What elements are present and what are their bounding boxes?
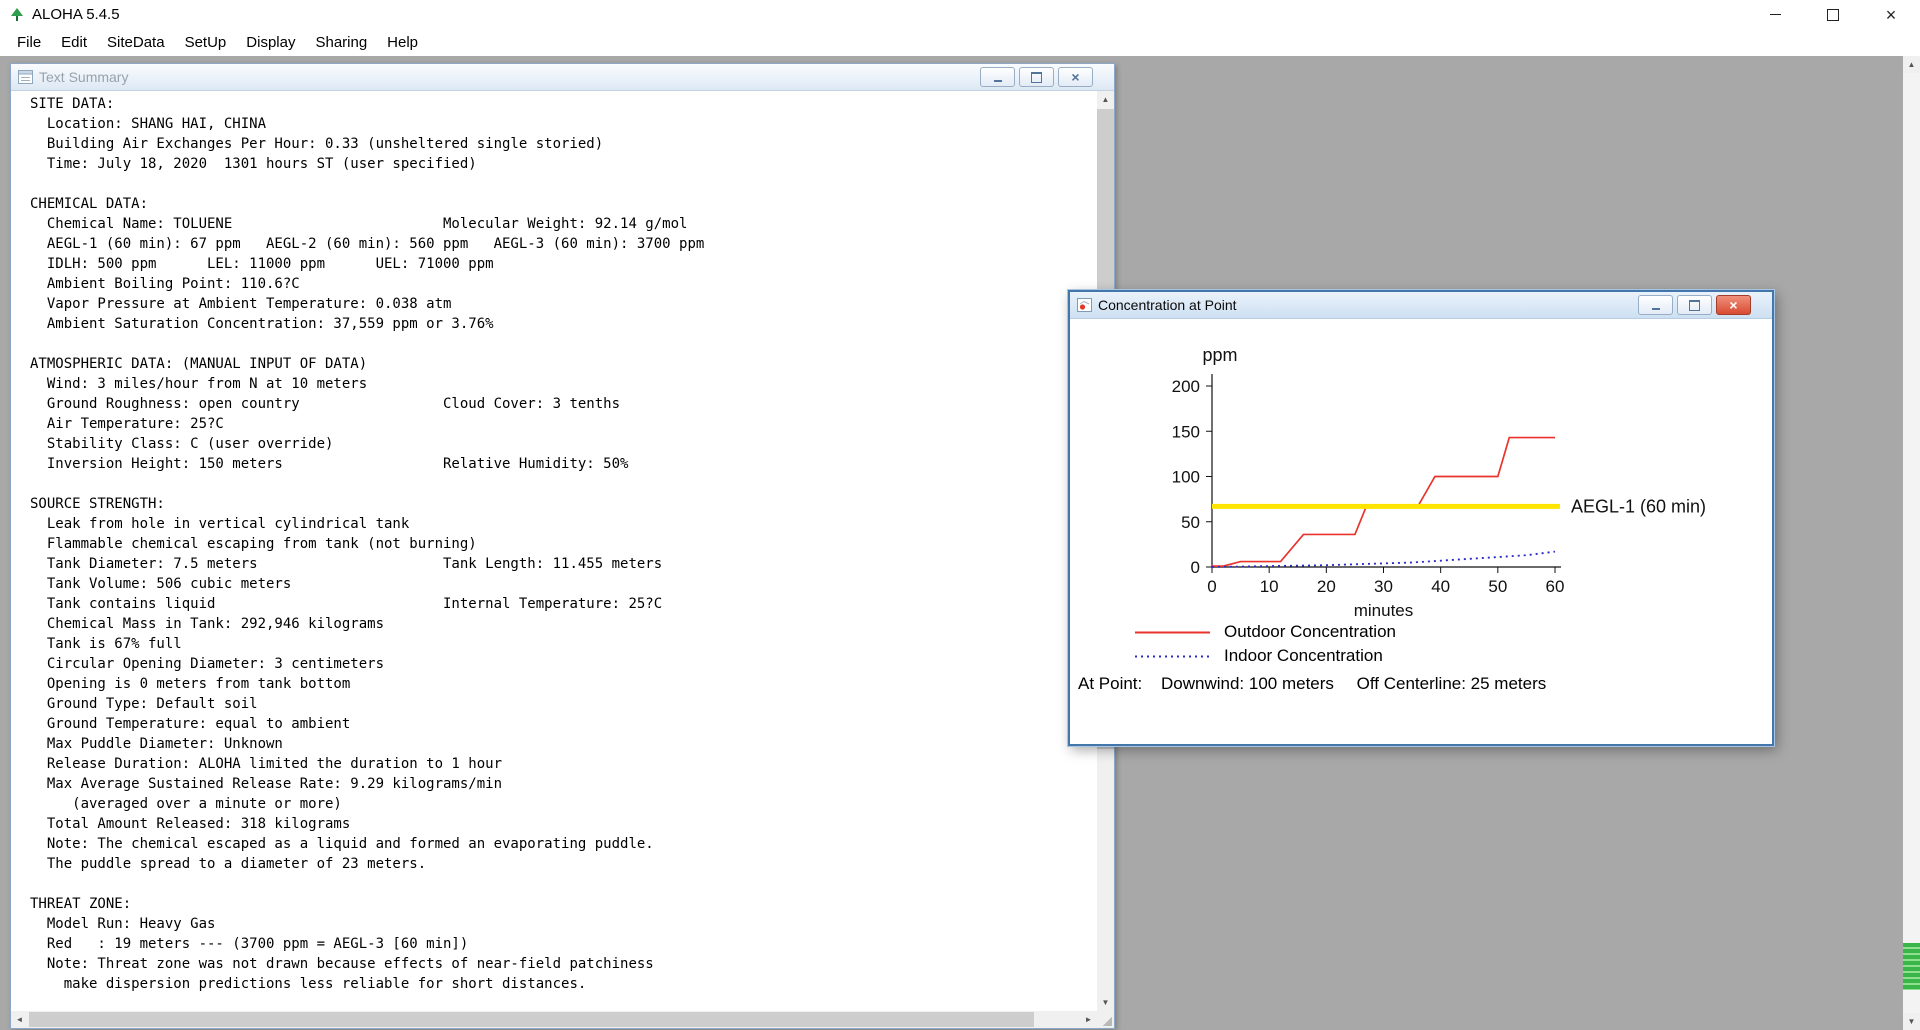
legend-item-indoor: Indoor Concentration xyxy=(1134,644,1396,668)
scroll-up-icon[interactable]: ▲ xyxy=(1097,91,1114,108)
indoor-line-sample xyxy=(1135,655,1210,657)
concentration-icon[interactable] xyxy=(1077,298,1092,312)
concentration-title: Concentration at Point xyxy=(1098,297,1237,313)
concentration-titlebar[interactable]: Concentration at Point × xyxy=(1070,292,1772,319)
text-summary-titlebar[interactable]: Text Summary × xyxy=(11,64,1114,91)
menu-item-edit[interactable]: Edit xyxy=(51,34,97,51)
menu-item-sharing[interactable]: Sharing xyxy=(305,34,377,51)
concentration-window: Concentration at Point × 0 50 100 150 200 0 10… xyxy=(1068,290,1774,746)
restore-icon xyxy=(1031,71,1042,83)
concentration-chart: 0 50 100 150 200 0 10 20 30 40 50 60 ppm minutes AEGL-… xyxy=(1172,345,1706,619)
svg-text:minutes: minutes xyxy=(1354,601,1414,619)
scroll-left-icon[interactable]: ◄ xyxy=(11,1011,28,1028)
text-summary-horizontal-scrollbar[interactable]: ◄ ► xyxy=(11,1011,1097,1028)
svg-text:AEGL-1 (60 min): AEGL-1 (60 min) xyxy=(1571,496,1706,516)
text-summary-window-controls: × xyxy=(980,67,1107,87)
svg-text:20: 20 xyxy=(1317,577,1336,596)
off-centerline-value: Off Centerline: 25 meters xyxy=(1356,674,1547,693)
svg-text:40: 40 xyxy=(1431,577,1450,596)
aloha-window: ALOHA 5.4.5 × File Edit SiteData SetUp D… xyxy=(0,0,1920,1030)
text-summary-title: Text Summary xyxy=(39,69,129,85)
legend-label-indoor: Indoor Concentration xyxy=(1224,646,1383,665)
close-button[interactable]: × xyxy=(1862,0,1920,29)
concentration-minimize-button[interactable] xyxy=(1638,295,1673,315)
text-summary-close-button[interactable]: × xyxy=(1058,67,1093,87)
scroll-right-icon[interactable]: ► xyxy=(1080,1011,1097,1028)
svg-text:150: 150 xyxy=(1172,422,1200,441)
scroll-up-icon[interactable]: ▲ xyxy=(1903,56,1920,73)
concentration-restore-button[interactable] xyxy=(1677,295,1712,315)
chart-legend: Outdoor Concentration Indoor Concentrati… xyxy=(1134,620,1396,668)
close-icon: × xyxy=(1729,297,1738,313)
svg-text:50: 50 xyxy=(1488,577,1507,596)
menu-item-sitedata[interactable]: SiteData xyxy=(97,34,175,51)
legend-item-outdoor: Outdoor Concentration xyxy=(1134,620,1396,644)
scroll-down-icon[interactable]: ▼ xyxy=(1097,994,1114,1011)
close-icon: × xyxy=(1885,4,1897,25)
app-titlebar[interactable]: ALOHA 5.4.5 × xyxy=(0,0,1920,29)
svg-text:ppm: ppm xyxy=(1202,345,1237,365)
menubar: File Edit SiteData SetUp Display Sharing… xyxy=(0,29,1920,57)
minimize-icon xyxy=(993,80,1002,82)
restore-icon xyxy=(1689,299,1700,311)
window-controls: × xyxy=(1746,0,1920,29)
close-icon: × xyxy=(1071,69,1080,85)
menu-item-file[interactable]: File xyxy=(7,34,51,51)
at-point-info: At Point: Downwind: 100 meters Off Cente… xyxy=(1078,674,1546,694)
menu-item-help[interactable]: Help xyxy=(377,34,428,51)
scroll-down-icon[interactable]: ▼ xyxy=(1903,1013,1920,1030)
svg-text:0: 0 xyxy=(1191,558,1200,577)
minimize-icon xyxy=(1769,14,1781,15)
text-summary-hscroll-thumb[interactable] xyxy=(29,1012,1034,1027)
svg-text:50: 50 xyxy=(1181,513,1200,532)
mdi-area: Text Summary × SITE DATA: Location: SHAN… xyxy=(0,56,1920,1030)
minimize-icon xyxy=(1651,308,1660,310)
outdoor-line-sample xyxy=(1135,631,1210,633)
resize-grip[interactable] xyxy=(1097,1011,1114,1028)
text-summary-restore-button[interactable] xyxy=(1019,67,1054,87)
resize-grip-icon xyxy=(1102,1016,1112,1026)
text-summary-content: SITE DATA: Location: SHANG HAI, CHINA Bu… xyxy=(12,91,1097,1011)
app-title: ALOHA 5.4.5 xyxy=(32,6,120,23)
maximize-button[interactable] xyxy=(1804,0,1862,29)
concentration-window-controls: × xyxy=(1638,295,1765,315)
main-vertical-scrollbar[interactable]: ▲ ▼ xyxy=(1903,56,1920,1030)
downwind-value: Downwind: 100 meters xyxy=(1161,674,1334,693)
concentration-content: 0 50 100 150 200 0 10 20 30 40 50 60 ppm minutes AEGL-… xyxy=(1070,319,1772,744)
svg-text:60: 60 xyxy=(1546,577,1565,596)
menu-item-display[interactable]: Display xyxy=(236,34,305,51)
svg-text:200: 200 xyxy=(1172,377,1200,396)
legend-label-outdoor: Outdoor Concentration xyxy=(1224,622,1396,641)
main-vscroll-thumb[interactable] xyxy=(1903,943,1920,990)
app-icon[interactable] xyxy=(9,6,25,23)
svg-text:100: 100 xyxy=(1172,468,1200,487)
svg-text:10: 10 xyxy=(1260,577,1279,596)
text-summary-window: Text Summary × SITE DATA: Location: SHAN… xyxy=(10,63,1115,1029)
svg-text:30: 30 xyxy=(1374,577,1393,596)
minimize-button[interactable] xyxy=(1746,0,1804,29)
text-summary-minimize-button[interactable] xyxy=(980,67,1015,87)
text-summary-icon[interactable] xyxy=(18,70,33,84)
at-point-label: At Point: xyxy=(1078,674,1143,693)
text-summary-text: SITE DATA: Location: SHANG HAI, CHINA Bu… xyxy=(30,96,705,992)
svg-text:0: 0 xyxy=(1207,577,1216,596)
menu-item-setup[interactable]: SetUp xyxy=(175,34,237,51)
concentration-close-button[interactable]: × xyxy=(1716,295,1751,315)
maximize-icon xyxy=(1827,8,1839,21)
